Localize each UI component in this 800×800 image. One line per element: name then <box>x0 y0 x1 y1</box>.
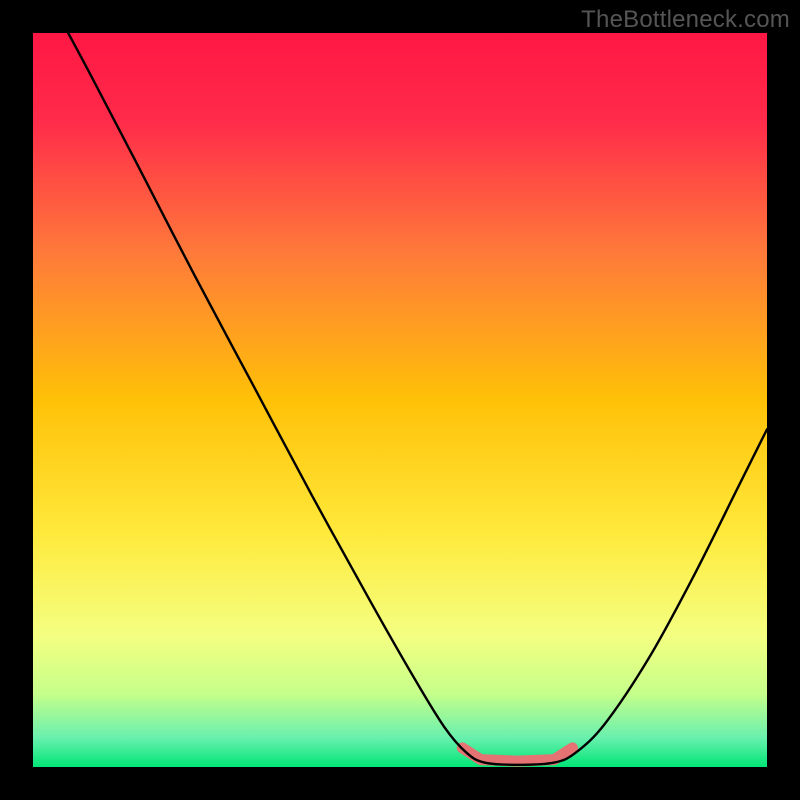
bottleneck-chart <box>0 0 800 800</box>
watermark-text: TheBottleneck.com <box>581 6 790 34</box>
plot-background <box>33 33 767 767</box>
chart-container: TheBottleneck.com <box>0 0 800 800</box>
